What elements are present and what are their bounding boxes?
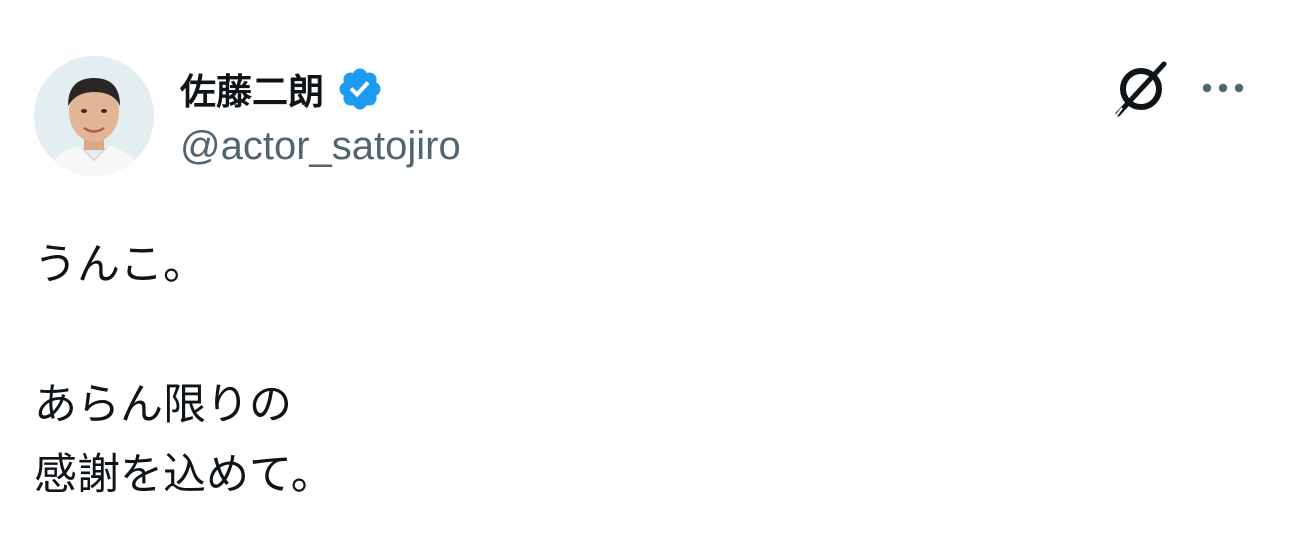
tweet-line: うんこ。 — [34, 240, 206, 290]
author-row: 佐藤二朗 — [180, 62, 384, 116]
tweet-text: うんこ。 あらん限りの 感謝を込めて。 — [34, 230, 1234, 510]
tweet-card: 佐藤二朗 @actor_satojiro うんこ。 あらん限りの 感謝を込めて。 — [0, 0, 1289, 557]
author-handle[interactable]: @actor_satojiro — [180, 124, 461, 169]
grok-slash-icon[interactable] — [1110, 58, 1172, 120]
avatar-image — [34, 56, 154, 176]
avatar[interactable] — [34, 56, 154, 176]
more-dots-icon[interactable] — [1196, 70, 1250, 106]
display-name[interactable]: 佐藤二朗 — [180, 63, 324, 115]
tweet-line: あらん限りの — [34, 380, 292, 430]
verified-badge-icon[interactable] — [336, 65, 384, 113]
tweet-line: 感謝を込めて。 — [34, 450, 334, 500]
